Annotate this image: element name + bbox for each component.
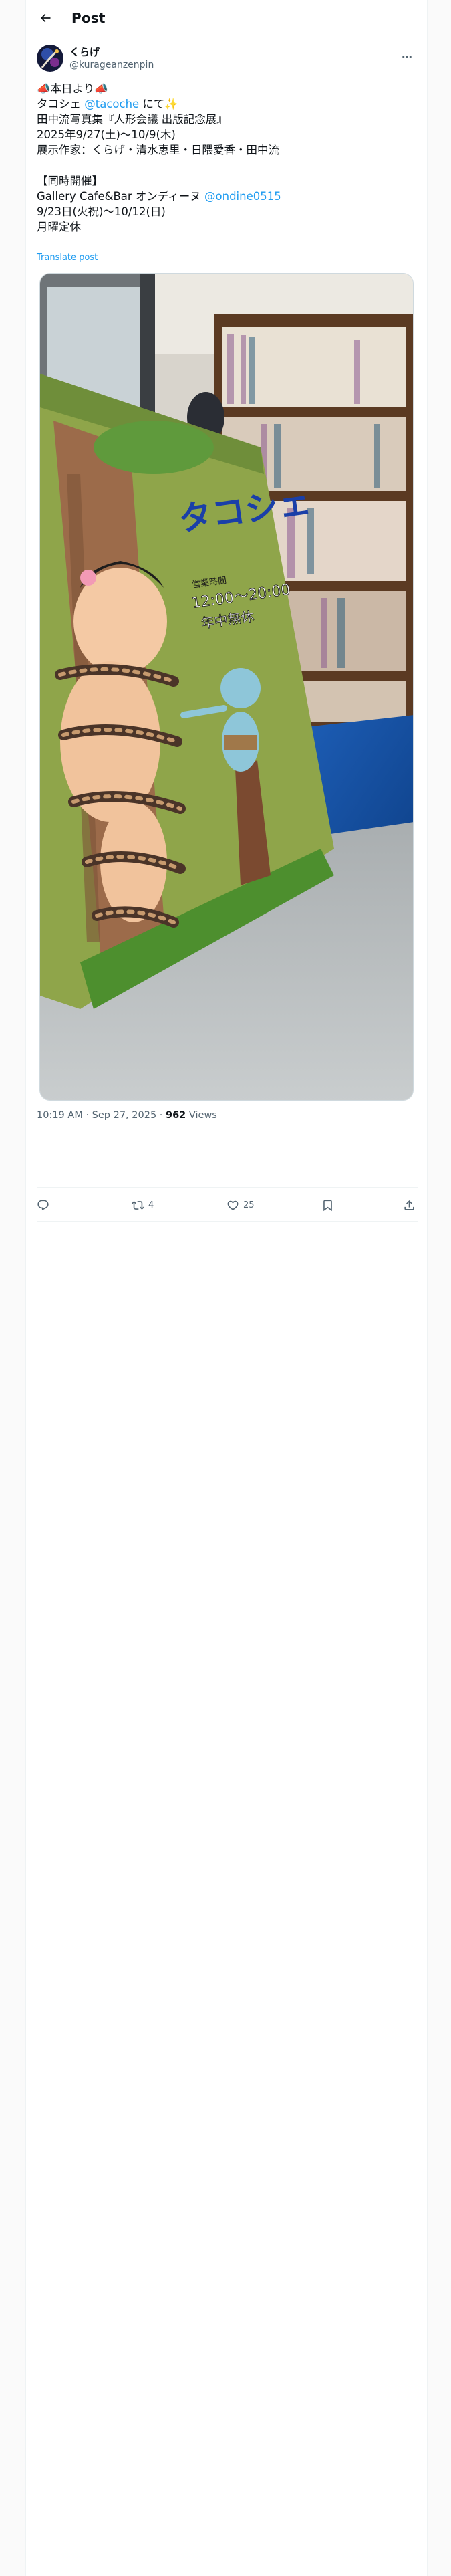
tweet-line: 2025年9/27(土)〜10/9(木) <box>37 128 176 141</box>
heart-icon <box>227 1200 239 1210</box>
tweet-line: タコシェ @tacoche にて✨ <box>37 96 418 112</box>
reply-button[interactable] <box>37 1188 53 1222</box>
bookmark-icon <box>323 1200 332 1211</box>
author-row: くらげ @kurageanzenpin <box>37 42 418 74</box>
tweet-line: 田中流写真集『人形会議 出版記念展』 <box>37 113 228 126</box>
tweet-text-segment: にて✨ <box>139 98 178 110</box>
translate-post-link[interactable]: Translate post <box>37 253 98 263</box>
post-header: Post <box>26 0 427 35</box>
like-button[interactable]: 25 <box>227 1188 255 1222</box>
repost-icon <box>132 1200 144 1210</box>
tweet-line: Gallery Cafe&Bar オンディーヌ @ondine0515 <box>37 189 418 204</box>
tweet-line: 【同時開催】 <box>37 175 103 187</box>
page-title: Post <box>71 9 106 26</box>
more-horizontal-icon <box>402 56 412 58</box>
photo-image: タコシェ 営業時間 12:00〜20:00 年中無休 <box>40 274 413 1100</box>
repost-button[interactable]: 4 <box>132 1188 154 1222</box>
author-names: くらげ @kurageanzenpin <box>69 46 154 71</box>
action-bar: 4 25 <box>37 1187 418 1222</box>
post-meta: 10:19 AM · Sep 27, 2025 · 962 Views <box>37 1110 217 1121</box>
share-button[interactable] <box>403 1188 416 1222</box>
reply-icon <box>37 1200 49 1210</box>
repost-count: 4 <box>148 1200 154 1210</box>
share-icon <box>404 1200 414 1210</box>
views-label: Views <box>188 1110 217 1121</box>
post-column: Post くらげ @kurageanzenpin 📣本日より📣 タコシェ @ta… <box>25 0 428 2576</box>
post-photo[interactable]: タコシェ 営業時間 12:00〜20:00 年中無休 <box>39 273 414 1101</box>
left-gutter <box>0 0 25 2576</box>
author-display-name[interactable]: くらげ <box>69 46 154 59</box>
tweet-line: 9/23日(火祝)〜10/12(日) <box>37 205 166 218</box>
mention-link-ondine[interactable]: @ondine0515 <box>204 190 281 203</box>
post-date[interactable]: Sep 27, 2025 <box>92 1110 157 1121</box>
tweet-line: 月曜定休 <box>37 221 81 233</box>
tweet-line: 📣本日より📣 <box>37 82 108 95</box>
arrow-left-icon <box>40 13 51 22</box>
meta-separator: · <box>86 1110 90 1121</box>
views-count: 962 <box>166 1110 186 1121</box>
avatar[interactable] <box>37 45 63 72</box>
like-count: 25 <box>243 1200 255 1210</box>
back-button[interactable] <box>33 5 58 31</box>
author-handle[interactable]: @kurageanzenpin <box>69 59 154 71</box>
tweet-text-segment: Gallery Cafe&Bar オンディーヌ <box>37 190 205 203</box>
tweet-text: 📣本日より📣 タコシェ @tacoche にて✨ 田中流写真集『人形会議 出版記… <box>37 81 418 235</box>
avatar-image <box>37 45 63 72</box>
tweet-line: 展示作家：くらげ・清水恵里・日隈愛香・田中流 <box>37 144 279 156</box>
tweet-text-segment: タコシェ <box>37 98 85 110</box>
more-button[interactable] <box>399 49 415 65</box>
meta-separator: · <box>159 1110 163 1121</box>
right-gutter <box>428 0 451 2576</box>
bookmark-button[interactable] <box>321 1188 334 1222</box>
post-time[interactable]: 10:19 AM <box>37 1110 83 1121</box>
mention-link-tacoche[interactable]: @tacoche <box>84 98 139 110</box>
